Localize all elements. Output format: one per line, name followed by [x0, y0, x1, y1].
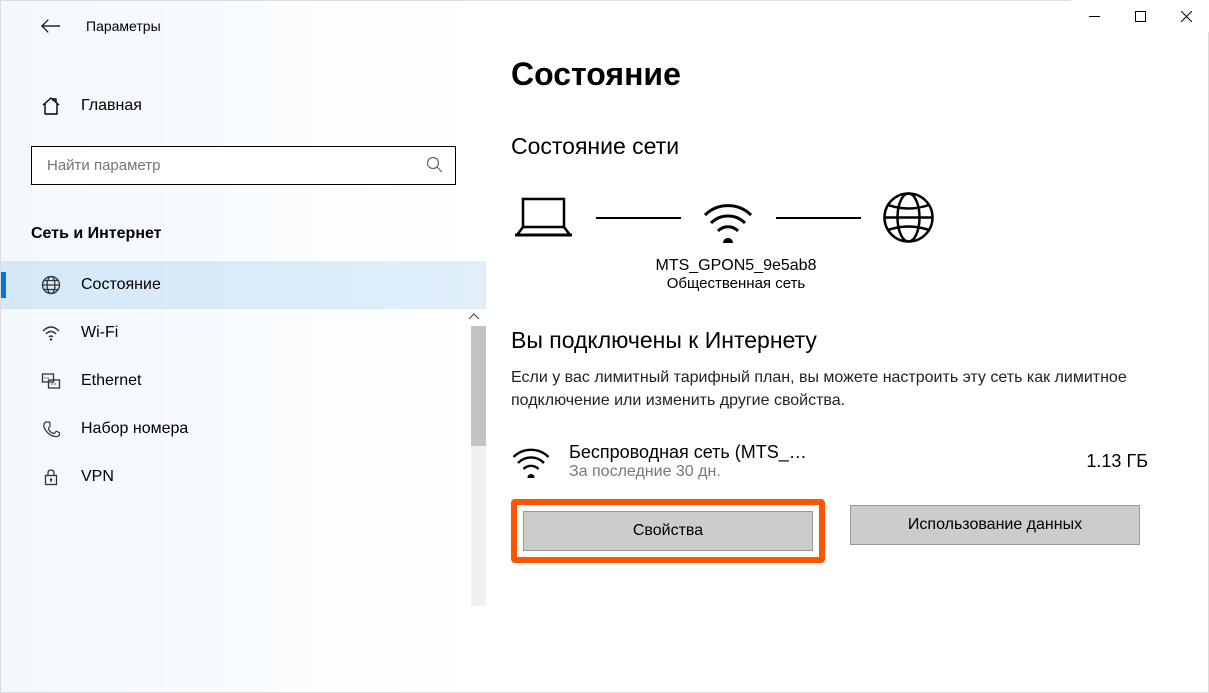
- diagram-network-type: Общественная сеть: [511, 275, 961, 292]
- wifi-icon: [701, 193, 756, 243]
- section-header: Сеть и Интернет: [1, 210, 486, 261]
- laptop-icon: [511, 195, 576, 240]
- data-usage-button[interactable]: Использование данных: [850, 505, 1140, 545]
- connected-description: Если у вас лимитный тарифный план, вы мо…: [511, 366, 1131, 412]
- scrollbar-thumb[interactable]: [471, 326, 486, 446]
- network-entry-sub: За последние 30 дн.: [569, 463, 1068, 481]
- maximize-button[interactable]: [1117, 0, 1163, 32]
- highlight-annotation: Свойства: [511, 499, 825, 563]
- close-button[interactable]: [1163, 0, 1209, 32]
- connected-heading: Вы подключены к Интернету: [511, 327, 1158, 354]
- sidebar-item-wifi[interactable]: Wi-Fi: [1, 309, 486, 357]
- wifi-icon: [41, 323, 61, 343]
- diagram-connector: [776, 217, 861, 219]
- network-usage-value: 1.13 ГБ: [1086, 451, 1158, 472]
- search-input[interactable]: [47, 157, 426, 174]
- sidebar-item-label: Ethernet: [81, 372, 141, 390]
- diagram-ssid: MTS_GPON5_9e5ab8: [511, 257, 961, 275]
- sidebar-item-ethernet[interactable]: Ethernet: [1, 357, 486, 405]
- sidebar-item-dialup[interactable]: Набор номера: [1, 405, 486, 453]
- back-button[interactable]: [41, 16, 61, 36]
- window-title: Параметры: [86, 18, 161, 34]
- sidebar-item-label: VPN: [81, 468, 114, 486]
- network-diagram: [511, 190, 1158, 245]
- globe-icon: [41, 275, 61, 295]
- network-entry-title: Беспроводная сеть (MTS_…: [569, 442, 1068, 463]
- properties-button[interactable]: Свойства: [523, 511, 813, 551]
- minimize-button[interactable]: [1071, 0, 1117, 32]
- ethernet-icon: [41, 371, 61, 391]
- vpn-icon: [41, 467, 61, 487]
- page-title: Состояние: [511, 56, 1158, 93]
- dialup-icon: [41, 419, 61, 439]
- sidebar-scrollbar[interactable]: [471, 326, 486, 606]
- home-label: Главная: [81, 97, 142, 115]
- diagram-connector: [596, 217, 681, 219]
- network-status-heading: Состояние сети: [511, 133, 1158, 160]
- content-pane: Состояние Состояние сети MTS_GPON5_9e5ab…: [486, 1, 1208, 692]
- sidebar-item-label: Состояние: [81, 276, 161, 294]
- search-box[interactable]: [31, 146, 456, 185]
- search-icon: [426, 156, 443, 176]
- globe-icon: [881, 190, 936, 245]
- sidebar-item-label: Набор номера: [81, 420, 188, 438]
- network-entry: Беспроводная сеть (MTS_… За последние 30…: [511, 442, 1158, 481]
- home-link[interactable]: Главная: [1, 86, 486, 126]
- sidebar-item-status[interactable]: Состояние: [1, 261, 486, 309]
- sidebar: Параметры Главная Сеть и Интернет: [1, 1, 486, 692]
- home-icon: [41, 96, 61, 116]
- sidebar-item-label: Wi-Fi: [81, 324, 118, 342]
- sidebar-item-vpn[interactable]: VPN: [1, 453, 486, 501]
- wifi-icon: [511, 442, 551, 481]
